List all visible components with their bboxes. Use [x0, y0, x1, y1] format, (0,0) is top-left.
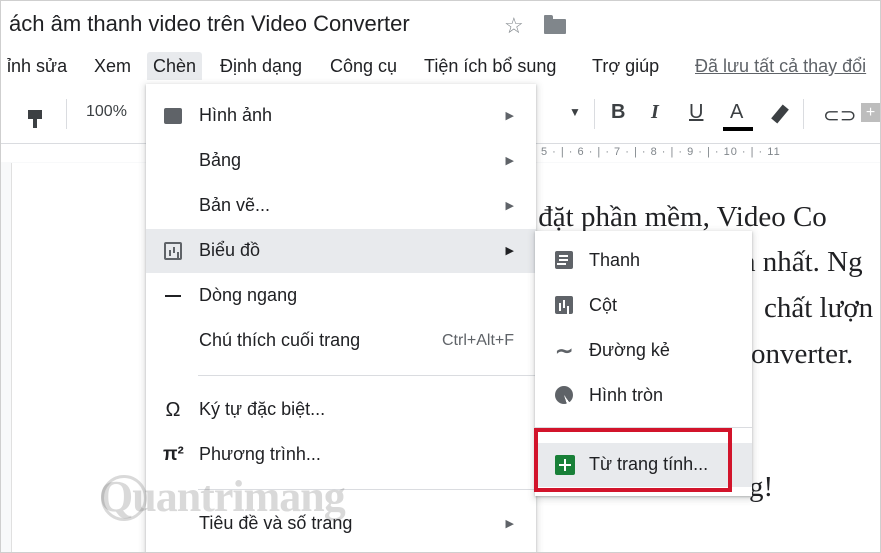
body-line: g! — [749, 471, 774, 503]
body-line: onverter. — [751, 338, 854, 370]
submenu-item-column[interactable]: Cột — [535, 284, 752, 328]
saved-status-link[interactable]: Đã lưu tất cả thay đổi — [695, 52, 866, 80]
body-line: chất lượn — [764, 292, 874, 324]
submenu-item-pie[interactable]: Hình tròn — [535, 374, 752, 418]
menu-bar: ỉnh sửa Xem Chèn Định dạng Công cụ Tiện … — [1, 49, 880, 83]
menu-item-label: Dòng ngang — [199, 285, 298, 305]
menu-item-label: Bản vẽ... — [199, 195, 271, 215]
menu-edit[interactable]: ỉnh sửa — [1, 52, 73, 80]
menu-item-label: Hình ảnh — [199, 105, 273, 125]
highlight-box — [534, 428, 732, 492]
body-line: h nhất. Ng — [741, 246, 863, 278]
underline-button[interactable]: U — [689, 101, 703, 124]
submenu-arrow-icon: ▶ — [505, 245, 514, 257]
pi-icon: π² — [163, 444, 184, 465]
menu-item-label: Phương trình... — [199, 444, 321, 464]
link-icon[interactable]: ⊂⊃ — [823, 103, 857, 128]
menu-item-horizontal-line[interactable]: Dòng ngang — [146, 274, 536, 318]
chart-icon — [164, 242, 182, 260]
menu-item-special-chars[interactable]: Ω Ký tự đặc biệt... — [146, 388, 536, 432]
menu-divider — [198, 375, 536, 376]
menu-item-label: Bảng — [199, 150, 242, 170]
watermark: Quantrimang — [99, 472, 346, 521]
submenu-arrow-icon: ▶ — [505, 155, 514, 167]
menu-item-drawing[interactable]: Bản vẽ... ▶ — [146, 184, 536, 228]
submenu-item-label: Đường kẻ — [589, 340, 670, 360]
menu-item-footnote[interactable]: Chú thích cuối trang Ctrl+Alt+F — [146, 319, 536, 363]
shortcut-label: Ctrl+Alt+F — [441, 332, 514, 349]
text-color-swatch — [723, 127, 753, 131]
title-bar: ách âm thanh video trên Video Converter … — [1, 1, 880, 49]
docs-window: ách âm thanh video trên Video Converter … — [0, 0, 881, 553]
menu-item-label: Chú thích cuối trang — [199, 330, 361, 350]
chevron-down-icon[interactable]: ▼ — [569, 105, 581, 119]
line-chart-icon: ∼ — [555, 338, 574, 363]
text-color-button[interactable]: A — [730, 101, 743, 124]
submenu-arrow-icon: ▶ — [505, 518, 514, 530]
bar-chart-icon — [555, 251, 573, 269]
menu-tools[interactable]: Công cụ — [324, 52, 403, 80]
submenu-item-label: Hình tròn — [589, 385, 664, 405]
toolbar-divider — [594, 99, 595, 129]
menu-item-label: Biểu đồ — [199, 240, 261, 260]
menu-view[interactable]: Xem — [88, 52, 137, 80]
submenu-item-line[interactable]: ∼ Đường kẻ — [535, 329, 752, 373]
insert-comment-icon[interactable]: + — [861, 103, 880, 122]
menu-item-label: Ký tự đặc biệt... — [199, 399, 326, 419]
toolbar-divider — [66, 99, 67, 129]
menu-item-image[interactable]: Hình ảnh ▶ — [146, 94, 536, 138]
menu-item-table[interactable]: Bảng ▶ — [146, 139, 536, 183]
menu-insert[interactable]: Chèn — [147, 52, 203, 80]
zoom-select[interactable]: 100% — [86, 103, 127, 121]
image-icon — [164, 108, 182, 124]
omega-icon: Ω — [165, 399, 181, 421]
folder-icon[interactable] — [544, 15, 566, 34]
menu-addons[interactable]: Tiện ích bổ sung — [418, 52, 562, 80]
star-icon[interactable]: ☆ — [504, 13, 524, 39]
toolbar-divider — [803, 99, 804, 129]
column-chart-icon — [555, 296, 573, 314]
pie-chart-icon — [555, 386, 573, 404]
paint-format-icon[interactable] — [28, 110, 42, 128]
menu-help[interactable]: Trợ giúp — [586, 52, 665, 80]
menu-item-chart[interactable]: Biểu đồ ▶ — [146, 229, 536, 273]
submenu-arrow-icon: ▶ — [505, 110, 514, 122]
submenu-item-label: Thanh — [589, 250, 641, 270]
highlight-pen-icon[interactable] — [771, 104, 789, 124]
horizontal-line-icon — [165, 295, 181, 297]
ruler-ticks: 5 · | · 6 · | · 7 · | · 8 · | · 9 · | · … — [541, 146, 781, 158]
menu-format[interactable]: Định dạng — [214, 52, 308, 80]
bold-button[interactable]: B — [611, 101, 625, 124]
submenu-item-bar[interactable]: Thanh — [535, 239, 752, 283]
submenu-item-label: Cột — [589, 295, 618, 315]
italic-button[interactable]: I — [651, 101, 659, 124]
submenu-arrow-icon: ▶ — [505, 200, 514, 212]
document-title[interactable]: ách âm thanh video trên Video Converter — [9, 11, 410, 37]
body-line: i đặt phần mềm, Video Co — [523, 201, 827, 233]
